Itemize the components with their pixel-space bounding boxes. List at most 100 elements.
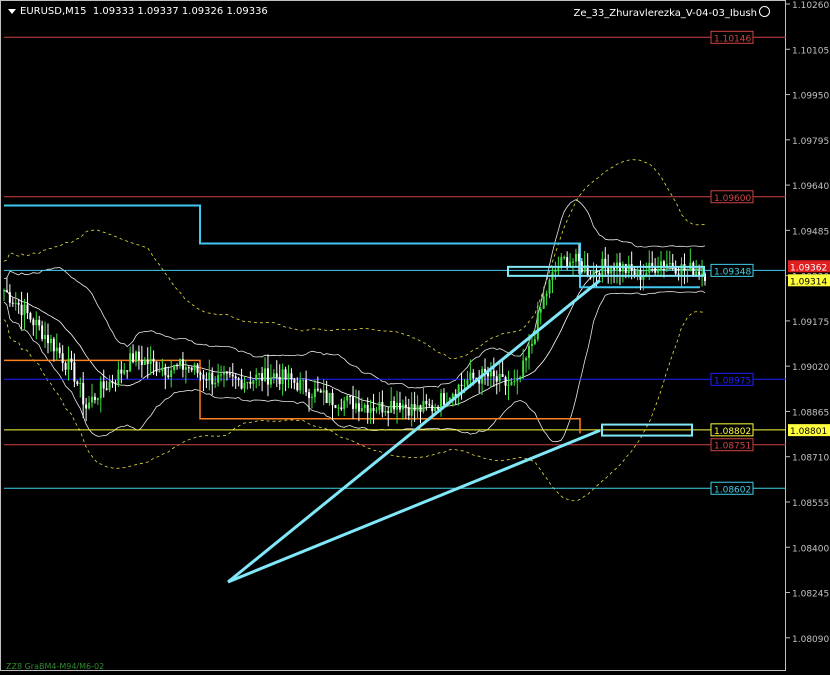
candle-body <box>41 325 44 340</box>
chart-area[interactable]: 1.10146 1.09600 1.09348 1.08975 1.08802 1.087… <box>0 0 830 671</box>
candle-body <box>595 270 598 274</box>
candle-body <box>205 379 208 381</box>
candle-body <box>378 401 381 411</box>
candle-body <box>404 404 407 408</box>
candle-body <box>308 392 311 398</box>
candle-body <box>137 351 140 360</box>
candle-body <box>243 382 246 389</box>
chart-header: EURUSD,M15 1.09333 1.09337 1.09326 1.093… <box>8 6 268 17</box>
candle-body <box>20 304 23 316</box>
candle-body <box>117 369 120 384</box>
y-tick-label: 1.08245 <box>792 590 829 600</box>
candle-body <box>296 382 299 391</box>
candle-body <box>140 359 143 365</box>
candle-body <box>624 264 627 274</box>
candle-body <box>340 407 343 410</box>
candle-body <box>249 381 252 384</box>
candle-body <box>413 404 416 411</box>
price-tag-label: 1.08801 <box>790 427 827 437</box>
candle-body <box>3 290 5 292</box>
price-chart[interactable]: 1.10146 1.09600 1.09348 1.08975 1.08802 1.087… <box>0 0 830 671</box>
candle-body <box>264 368 267 381</box>
band-lower-outer <box>3 311 706 502</box>
candle-body <box>196 364 199 373</box>
candle-body <box>281 369 284 385</box>
candle-body <box>352 396 355 409</box>
candle-body <box>132 353 135 362</box>
level-label: 1.08751 <box>714 442 751 452</box>
candle-body <box>164 368 167 376</box>
candle-body <box>577 253 580 262</box>
candle-body <box>425 400 428 405</box>
candle-body <box>422 400 425 412</box>
candle-body <box>349 395 352 397</box>
dropdown-triangle-icon[interactable] <box>8 8 16 14</box>
candle-body <box>93 396 96 400</box>
candle-body <box>369 408 372 413</box>
symbol-label: EURUSD,M15 <box>20 6 87 17</box>
candle-body <box>272 373 275 378</box>
candle-body <box>252 380 255 384</box>
candle-body <box>38 319 41 326</box>
candle-body <box>111 381 114 384</box>
candle-body <box>90 396 93 403</box>
y-tick-label: 1.09950 <box>792 92 829 102</box>
candle-body <box>214 382 217 385</box>
candle-body <box>290 373 293 380</box>
candle-body <box>61 353 64 364</box>
band-upper-outer <box>3 159 706 360</box>
candle-body <box>85 404 88 409</box>
candle-body <box>14 302 17 304</box>
candle-body <box>11 302 14 304</box>
candle-body <box>357 403 360 412</box>
candle-body <box>466 380 469 385</box>
candle-body <box>220 374 223 376</box>
candle-body <box>313 388 316 398</box>
level-label: 1.08975 <box>714 376 751 386</box>
candle-body <box>126 370 129 372</box>
candle-body <box>328 392 331 404</box>
candle-body <box>176 364 179 366</box>
candle-body <box>360 407 363 412</box>
candle-body <box>381 401 384 413</box>
candle-body <box>472 372 475 379</box>
candle-body <box>692 262 695 277</box>
y-tick-label: 1.08555 <box>792 499 829 509</box>
candle-body <box>542 296 545 309</box>
candle-body <box>689 262 692 269</box>
candle-body <box>396 402 399 410</box>
candle-body <box>170 370 173 378</box>
candle-body <box>510 381 513 385</box>
candle-body <box>554 269 557 273</box>
candle-body <box>627 264 630 274</box>
target-box-upper <box>507 265 705 277</box>
candle-body <box>211 372 214 385</box>
candle-body <box>498 374 501 382</box>
candle-body <box>234 376 237 379</box>
candle-body <box>492 370 495 377</box>
candle-body <box>222 372 225 375</box>
candle-body <box>237 378 240 380</box>
candle-body <box>181 359 184 370</box>
candle-body <box>522 360 525 378</box>
candle-body <box>398 402 401 410</box>
candle-body <box>566 257 569 266</box>
candle-body <box>99 381 102 399</box>
candle-body <box>393 400 396 410</box>
ohlc-label: 1.09333 1.09337 1.09326 1.09336 <box>92 6 268 17</box>
candle-body <box>167 375 170 378</box>
candle-body <box>434 407 437 412</box>
candle-body <box>442 393 445 405</box>
candle-body <box>495 376 498 382</box>
candle-body <box>334 405 337 408</box>
candle-body <box>284 369 287 380</box>
candle-body <box>67 358 70 370</box>
smiley-icon[interactable] <box>759 6 770 17</box>
y-tick-label: 1.09175 <box>792 318 829 328</box>
candle-body <box>123 370 126 374</box>
candle-body <box>278 376 281 385</box>
candle-body <box>161 368 164 372</box>
candle-body <box>548 279 551 294</box>
candle-body <box>208 372 211 381</box>
candle-body <box>55 347 58 352</box>
